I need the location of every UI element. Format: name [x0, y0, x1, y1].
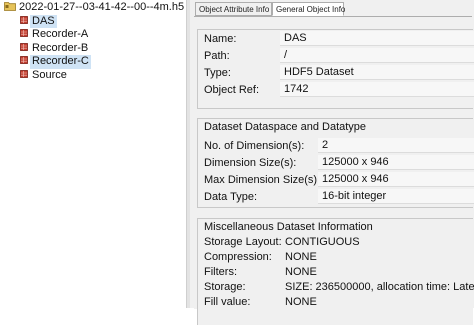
- fill-value-value: NONE: [285, 296, 317, 308]
- tree-item-das-label: DAS: [30, 14, 57, 28]
- filters-label: Filters:: [204, 266, 237, 278]
- object-ref-label: Object Ref:: [204, 84, 260, 96]
- path-label: Path:: [204, 50, 230, 62]
- misc-info-group: Miscellaneous Dataset Information Storag…: [197, 218, 474, 325]
- name-value: DAS: [280, 31, 474, 46]
- tab-object-attribute-info[interactable]: Object Attribute Info: [195, 2, 272, 16]
- tree-item-das[interactable]: DAS: [0, 14, 186, 28]
- type-value: HDF5 Dataset: [280, 65, 474, 80]
- tab-general-object-info[interactable]: General Object Info: [272, 2, 345, 16]
- tree-item-root-file[interactable]: 2022-01-27--03-41-42--00--4m.h5: [0, 1, 186, 15]
- dataset-icon: [20, 28, 28, 37]
- tree-item-source-label: Source: [32, 68, 67, 81]
- compression-label: Compression:: [204, 251, 272, 263]
- tree-root-label: 2022-01-27--03-41-42--00--4m.h5: [19, 1, 185, 13]
- general-object-info-content: Name: DAS Path: / Type: HDF5 Dataset Obj…: [194, 16, 474, 325]
- storage-layout-value: CONTIGUOUS: [285, 236, 360, 248]
- file-tree: 2022-01-27--03-41-42--00--4m.h5 DAS Reco…: [0, 0, 186, 308]
- misc-group-title: Miscellaneous Dataset Information: [204, 221, 373, 233]
- data-type-label: Data Type:: [204, 191, 257, 203]
- object-ref-value: 1742: [280, 82, 474, 97]
- tree-item-recorder-b[interactable]: Recorder-B: [0, 42, 186, 56]
- compression-value: NONE: [285, 251, 317, 263]
- name-label: Name:: [204, 33, 237, 45]
- dimension-size-value: 125000 x 946: [318, 155, 474, 170]
- tree-item-source[interactable]: Source: [0, 69, 186, 83]
- dataset-icon: [20, 42, 28, 51]
- general-info-group: Name: DAS Path: / Type: HDF5 Dataset Obj…: [197, 29, 474, 109]
- tree-item-recorder-a[interactable]: Recorder-A: [0, 28, 186, 42]
- filters-value: NONE: [285, 266, 317, 278]
- tree-item-recorder-c[interactable]: Recorder-C: [0, 55, 186, 69]
- dataspace-group-title: Dataset Dataspace and Datatype: [204, 121, 367, 133]
- storage-layout-label: Storage Layout:: [204, 236, 282, 248]
- folder-icon: [4, 1, 16, 11]
- object-info-panel: Object Attribute Info General Object Inf…: [190, 0, 474, 325]
- tree-item-recorder-a-label: Recorder-A: [32, 28, 89, 40]
- tree-item-recorder-c-label: Recorder-C: [30, 55, 91, 69]
- dims-label: No. of Dimension(s):: [204, 140, 305, 152]
- path-value: /: [280, 48, 474, 63]
- dataset-icon: [20, 15, 28, 24]
- fill-value-label: Fill value:: [204, 296, 251, 308]
- dataset-icon: [20, 69, 28, 78]
- storage-label: Storage:: [204, 281, 246, 293]
- type-label: Type:: [204, 67, 231, 79]
- dataspace-group: Dataset Dataspace and Datatype No. of Di…: [197, 118, 474, 208]
- tree-item-recorder-b-label: Recorder-B: [32, 41, 89, 54]
- dimension-size-label: Dimension Size(s):: [204, 157, 297, 169]
- dims-value: 2: [318, 138, 474, 153]
- data-type-value: 16-bit integer: [318, 189, 474, 204]
- max-dimension-size-label: Max Dimension Size(s):: [204, 174, 321, 186]
- dataset-icon: [20, 55, 28, 64]
- storage-value: SIZE: 236500000, allocation time: Late: [285, 281, 474, 293]
- max-dimension-size-value: 125000 x 946: [318, 172, 474, 187]
